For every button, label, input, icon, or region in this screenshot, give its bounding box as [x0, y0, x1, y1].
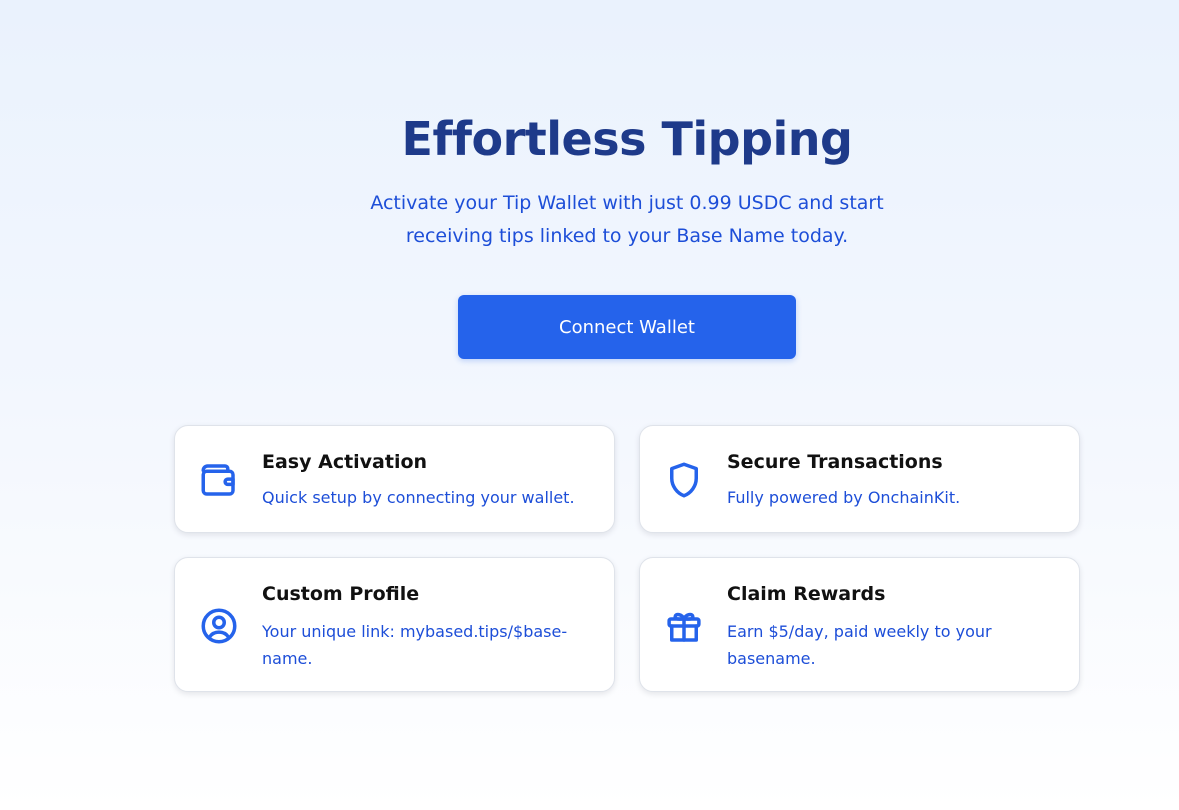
feature-card-easy-activation: Easy Activation Quick setup by connectin…: [174, 425, 615, 533]
feature-description: Quick setup by connecting your wallet.: [262, 488, 575, 507]
feature-card-custom-profile: Custom Profile Your unique link: mybased…: [174, 557, 615, 692]
feature-title: Custom Profile: [262, 583, 420, 605]
user-circle-icon: [197, 604, 241, 648]
feature-title: Easy Activation: [262, 451, 428, 473]
feature-title: Secure Transactions: [727, 451, 943, 473]
shield-icon: [662, 458, 706, 502]
gift-icon: [662, 604, 706, 648]
feature-title: Claim Rewards: [727, 583, 886, 605]
feature-card-claim-rewards: Claim Rewards Earn $5/day, paid weekly t…: [639, 557, 1080, 692]
connect-wallet-button[interactable]: Connect Wallet: [458, 295, 796, 359]
feature-description: Fully powered by OnchainKit.: [727, 488, 961, 507]
feature-description: Earn $5/day, paid weekly to your basenam…: [727, 622, 992, 668]
feature-card-secure-transactions: Secure Transactions Fully powered by Onc…: [639, 425, 1080, 533]
feature-description: Your unique link: mybased.tips/$base-nam…: [262, 622, 568, 668]
page-title: Effortless Tipping: [401, 112, 853, 166]
wallet-icon: [197, 458, 241, 502]
page-subtitle: Activate your Tip Wallet with just 0.99 …: [370, 192, 884, 247]
